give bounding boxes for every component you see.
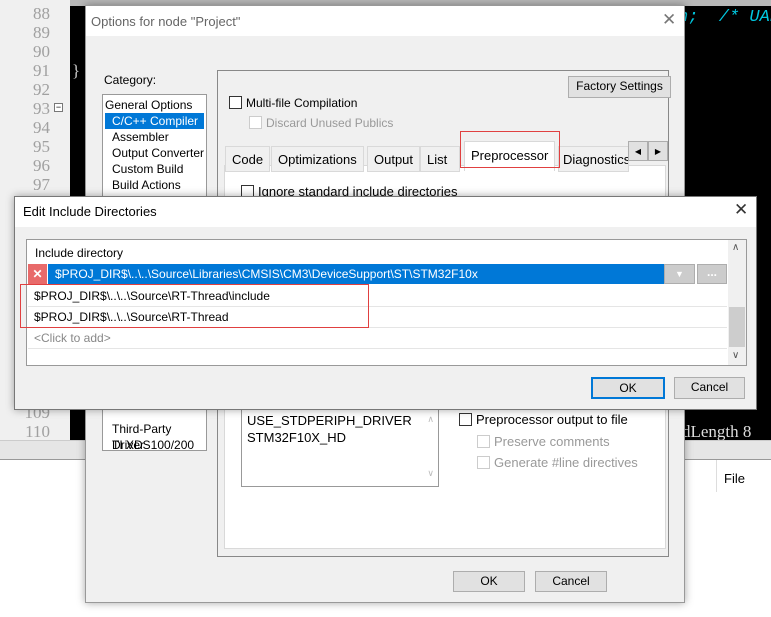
line-number: 91 [33, 61, 50, 80]
scroll-down-icon[interactable]: ∨ [732, 350, 739, 361]
pp-output-checkbox[interactable]: Preprocessor output to file [459, 412, 628, 427]
tab-list[interactable]: List [420, 146, 460, 172]
line-number: 90 [33, 42, 50, 61]
tab-code[interactable]: Code [225, 146, 271, 172]
file-column-header: File [724, 471, 745, 486]
line-number: 94 [33, 118, 50, 137]
line-number: 95 [33, 137, 50, 156]
vertical-scrollbar[interactable]: ∧ ∨ [728, 240, 746, 365]
category-item[interactable]: Custom Build [112, 161, 183, 177]
browse-button[interactable]: ... [697, 264, 727, 284]
close-icon[interactable]: ✕ [734, 200, 748, 220]
line-number: 110 [25, 422, 50, 441]
dialog-title: Edit Include Directories [23, 204, 157, 219]
line-number: 88 [33, 4, 50, 23]
scroll-up-icon[interactable]: ∧ [732, 242, 739, 253]
ok-button[interactable]: OK [453, 571, 525, 592]
category-item[interactable]: General Options [105, 97, 192, 113]
scrollbar-thumb[interactable] [729, 307, 745, 347]
collapse-icon[interactable]: − [54, 103, 63, 112]
tab-scroll-left-icon[interactable]: ◀ [628, 141, 648, 161]
category-label: Category: [104, 73, 157, 87]
highlight-box [20, 284, 369, 328]
generate-line-checkbox[interactable]: Generate #line directives [477, 455, 638, 470]
line-number: 97 [33, 175, 50, 194]
list-header: Include directory [35, 246, 124, 260]
tab-diagnostics[interactable]: Diagnostics [558, 146, 629, 172]
title-bar: Options for node "Project" ✕ [86, 6, 684, 36]
define-item: USE_STDPERIPH_DRIVER [247, 413, 412, 428]
code-brace: } [72, 61, 81, 80]
pp-output-label: Preprocessor output to file [476, 412, 628, 427]
category-item[interactable]: TI XDS100/200 [112, 437, 194, 453]
multi-file-checkbox[interactable]: Multi-file Compilation [229, 96, 357, 110]
dropdown-icon[interactable]: ▼ [664, 264, 695, 284]
checkbox-icon [249, 116, 262, 129]
code-fragment: dLength 8 [682, 422, 752, 441]
generate-line-label: Generate #line directives [494, 455, 638, 470]
checkbox-icon [477, 456, 490, 469]
click-to-add-row[interactable]: <Click to add> [28, 328, 727, 349]
checkbox-icon [459, 413, 472, 426]
tab-optimizations[interactable]: Optimizations [271, 146, 364, 172]
multi-file-label: Multi-file Compilation [246, 96, 358, 110]
category-item-selected[interactable]: C/C++ Compiler [105, 113, 204, 129]
category-item[interactable]: Third-Party Driver [112, 421, 206, 452]
code-fragment: n; /* UAR [678, 8, 771, 27]
divider [716, 460, 717, 492]
defined-symbols-textbox[interactable]: USE_STDPERIPH_DRIVER STM32F10X_HD ∧ ∨ [241, 404, 439, 487]
scroll-down-icon[interactable]: ∨ [427, 465, 434, 482]
category-item[interactable]: Output Converter [112, 145, 204, 161]
cancel-button[interactable]: Cancel [674, 377, 745, 399]
checkbox-icon [477, 435, 490, 448]
discard-unused-checkbox[interactable]: Discard Unused Publics [249, 116, 393, 130]
category-item[interactable]: Assembler [112, 129, 169, 145]
highlight-box [460, 131, 560, 168]
dialog-title: Options for node "Project" [91, 14, 241, 29]
cancel-button[interactable]: Cancel [535, 571, 607, 592]
line-number: 96 [33, 156, 50, 175]
title-bar: Edit Include Directories ✕ [15, 197, 756, 227]
line-number: 92 [33, 80, 50, 99]
define-item: STM32F10X_HD [247, 430, 346, 445]
line-number: 89 [33, 23, 50, 42]
preserve-comments-label: Preserve comments [494, 434, 610, 449]
checkbox-icon [229, 96, 242, 109]
preserve-comments-checkbox[interactable]: Preserve comments [477, 434, 610, 449]
line-number: 93 [33, 99, 50, 118]
tab-output[interactable]: Output [367, 146, 421, 172]
close-icon[interactable]: ✕ [662, 10, 676, 30]
factory-settings-button[interactable]: Factory Settings [568, 76, 671, 98]
category-item[interactable]: Build Actions [112, 177, 181, 193]
tab-scroll-right-icon[interactable]: ▶ [648, 141, 668, 161]
scroll-up-icon[interactable]: ∧ [427, 411, 434, 428]
selected-directory-row[interactable]: $PROJ_DIR$\..\..\Source\Libraries\CMSIS\… [48, 264, 664, 284]
discard-unused-label: Discard Unused Publics [266, 116, 394, 130]
edit-include-dialog: Edit Include Directories ✕ Include direc… [14, 196, 757, 410]
delete-icon[interactable]: ✕ [28, 264, 47, 284]
ok-button[interactable]: OK [591, 377, 665, 399]
